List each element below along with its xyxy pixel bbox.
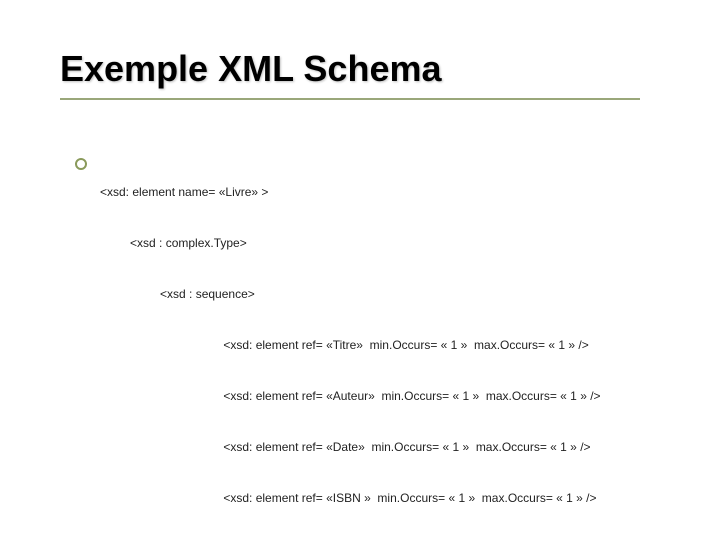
slide: Exemple XML Schema <xsd: element name= «… xyxy=(0,0,720,540)
code-block: <xsd: element name= «Livre» > <xsd : com… xyxy=(100,150,603,540)
code-line: <xsd: element ref= «Date» min.Occurs= « … xyxy=(100,439,603,456)
title-underline xyxy=(60,98,640,100)
code-line: <xsd: element name= «Livre» > xyxy=(100,184,603,201)
bullet-icon xyxy=(75,158,87,170)
code-line: <xsd: element ref= «Titre» min.Occurs= «… xyxy=(100,337,603,354)
page-title: Exemple XML Schema xyxy=(60,48,442,90)
code-line: <xsd : sequence> xyxy=(100,286,603,303)
code-line: <xsd : complex.Type> xyxy=(100,235,603,252)
code-line: <xsd: element ref= «Auteur» min.Occurs= … xyxy=(100,388,603,405)
code-line: <xsd: element ref= «ISBN » min.Occurs= «… xyxy=(100,490,603,507)
